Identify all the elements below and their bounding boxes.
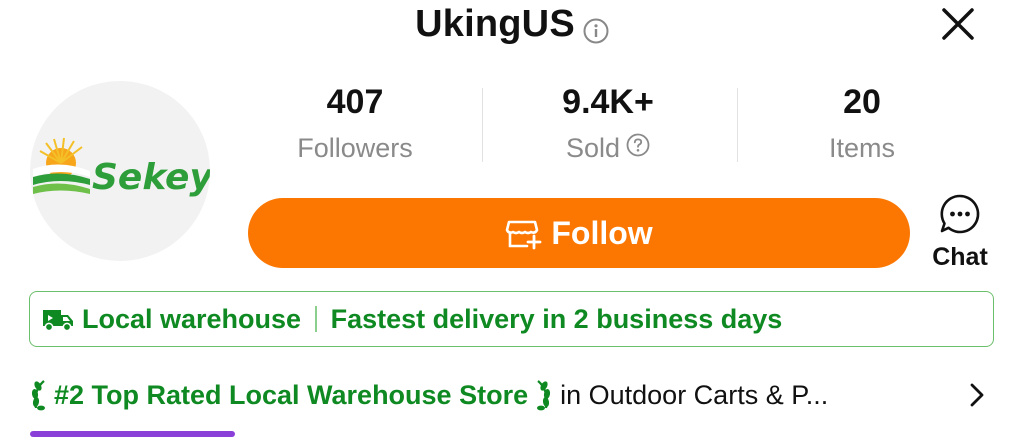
laurel-left-icon	[31, 380, 45, 411]
store-name: UkingUS	[415, 3, 575, 45]
warehouse-label: Local warehouse	[82, 303, 302, 334]
add-store-icon	[506, 220, 542, 250]
warehouse-banner[interactable]: Local warehouse Fastest delivery in 2 bu…	[29, 291, 994, 347]
stat-value: 407	[326, 83, 384, 121]
stat-sold[interactable]: 9.4K+ Sold	[508, 82, 708, 164]
stat-value: 9.4K+	[562, 83, 654, 121]
store-rank-row[interactable]: #2 Top Rated Local Warehouse Store in Ou…	[30, 372, 990, 418]
store-avatar[interactable]: Sekey	[30, 81, 210, 261]
stat-divider	[737, 88, 738, 162]
follow-button[interactable]: Follow	[248, 198, 910, 268]
stat-label: Sold	[565, 133, 621, 163]
stat-label: Items	[828, 133, 895, 163]
close-icon	[942, 8, 974, 40]
stat-divider	[482, 88, 483, 162]
next-section-tab[interactable]	[30, 431, 235, 437]
rank-category: in Outdoor Carts & P...	[560, 379, 829, 410]
stat-label: Followers	[297, 133, 413, 163]
stat-items[interactable]: 20 Items	[762, 82, 962, 164]
follow-label: Follow	[551, 214, 653, 251]
store-title: UkingUS	[0, 2, 1024, 46]
delivery-text: Fastest delivery in 2 business days	[330, 303, 783, 334]
help-icon[interactable]	[626, 132, 650, 164]
chevron-right-icon	[970, 383, 984, 407]
avatar-logo-text: Sekey	[92, 157, 210, 198]
sun-logo-icon	[33, 137, 90, 194]
stat-value: 20	[843, 83, 881, 121]
stat-label-row: Sold	[508, 132, 708, 164]
stat-followers[interactable]: 407 Followers	[255, 82, 455, 164]
close-button[interactable]	[938, 4, 978, 44]
rank-badge: #2 Top Rated Local Warehouse Store	[54, 379, 529, 410]
chat-button[interactable]: Chat	[918, 192, 1002, 272]
chat-label: Chat	[932, 243, 988, 271]
warehouse-separator	[315, 306, 317, 332]
chat-icon	[940, 194, 980, 234]
info-icon[interactable]	[583, 10, 609, 44]
delivery-truck-icon	[43, 310, 73, 332]
laurel-right-icon	[537, 380, 551, 411]
